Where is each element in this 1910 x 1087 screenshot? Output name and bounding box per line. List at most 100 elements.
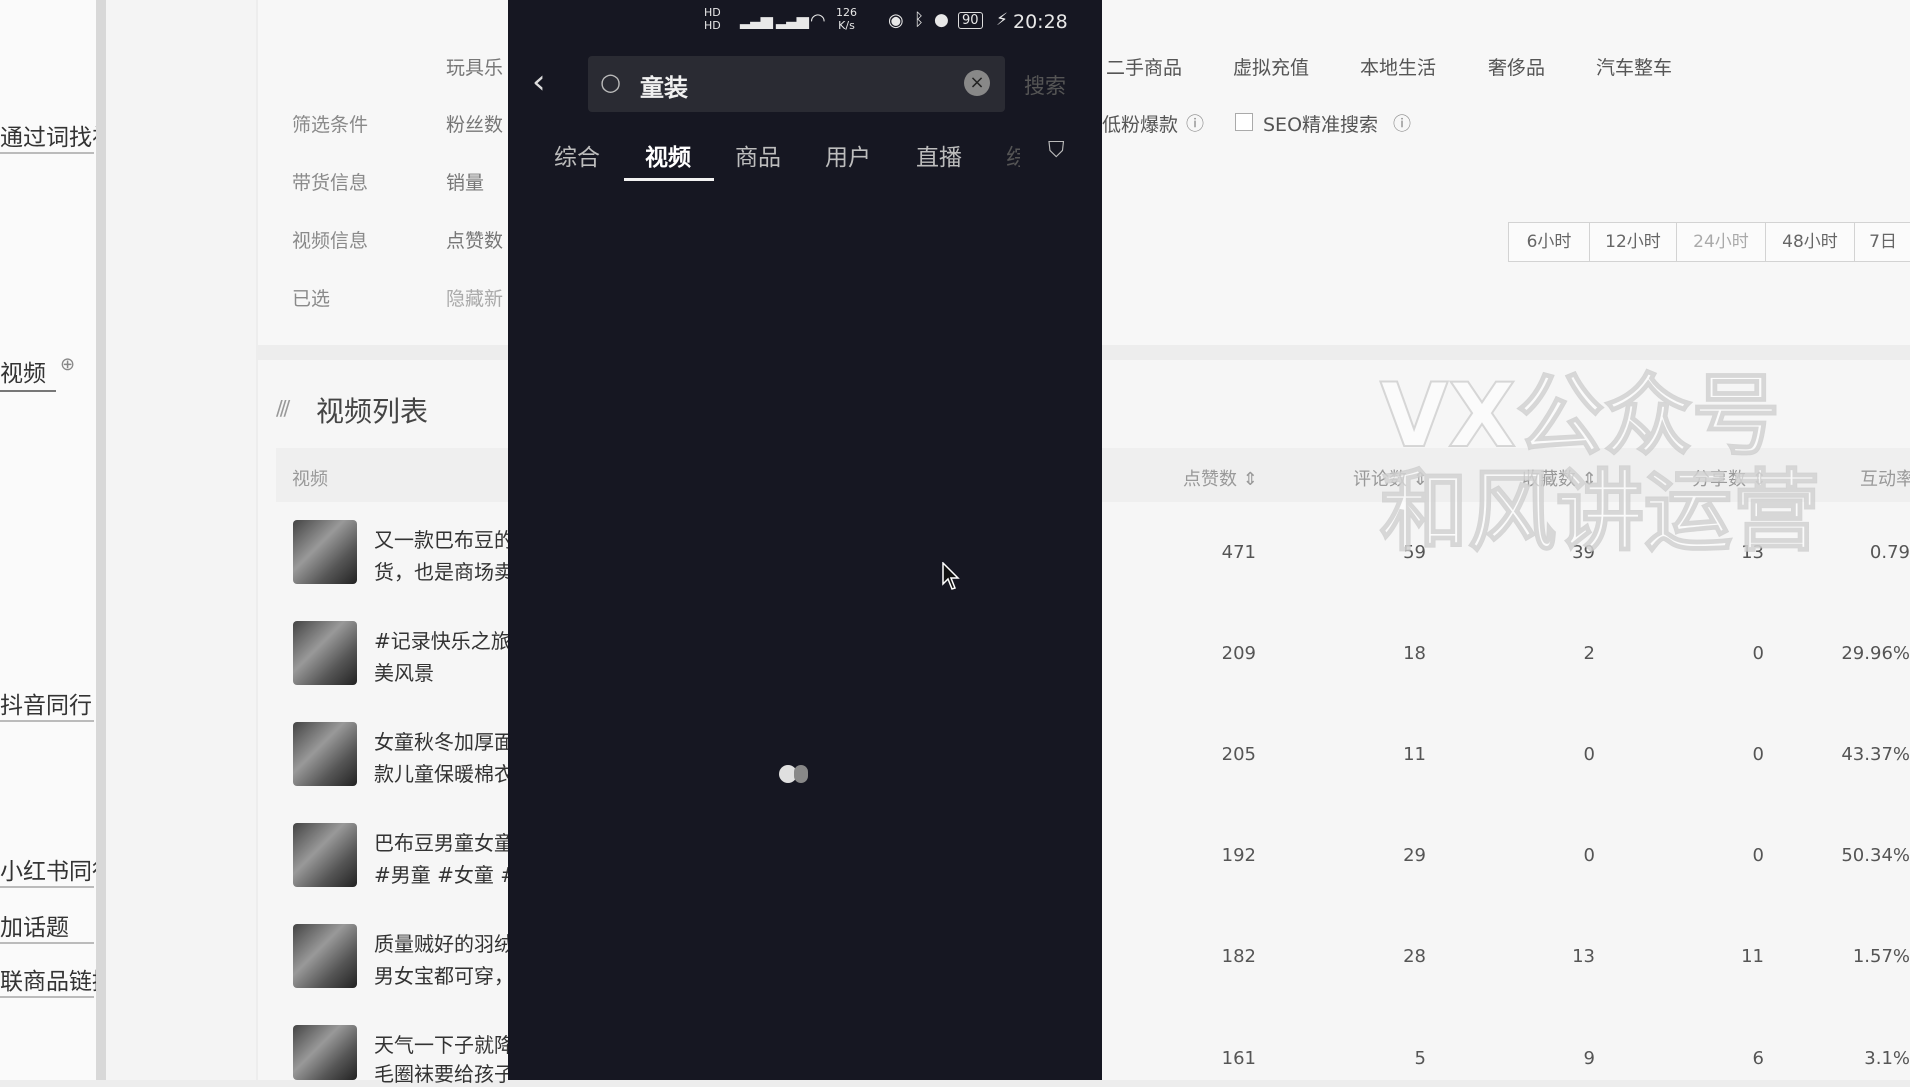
comments-value: 11 <box>1403 744 1426 765</box>
shares-value: 0 <box>1752 643 1764 664</box>
column-rate[interactable]: 互动率 <box>1860 465 1910 491</box>
shares-value: 0 <box>1752 744 1764 765</box>
net-speed-value: 126 <box>836 6 857 19</box>
shares-value: 11 <box>1741 946 1764 967</box>
likes-value: 471 <box>1221 542 1256 563</box>
divider <box>0 996 94 998</box>
video-title-line1[interactable]: 又一款巴布豆的 <box>374 524 514 553</box>
likes-value: 205 <box>1221 744 1256 765</box>
divider <box>0 152 94 154</box>
tab-users[interactable]: 用户 <box>825 138 871 172</box>
video-thumbnail[interactable] <box>293 621 357 685</box>
video-title-line1[interactable]: 女童秋冬加厚面 <box>374 726 514 755</box>
filter-label-video: 视频信息 <box>292 230 369 252</box>
low-fans-option[interactable]: 低粉爆款 <box>1102 110 1178 137</box>
clear-icon[interactable]: × <box>964 70 990 96</box>
video-title-line2: 美风景 <box>374 661 434 685</box>
rate-value: 29.96% <box>1841 643 1910 664</box>
video-thumbnail[interactable] <box>293 1025 357 1080</box>
category-luxury[interactable]: 奢侈品 <box>1488 53 1545 80</box>
tab-products[interactable]: 商品 <box>735 138 781 172</box>
gutter <box>106 0 256 1080</box>
video-title-line2: 男女宝都可穿， <box>374 964 514 988</box>
filter-label-selected: 已选 <box>292 288 331 310</box>
filter-sales[interactable]: 销量 <box>446 168 484 195</box>
likes-value: 182 <box>1221 946 1256 967</box>
wifi-icon: ◠ <box>810 10 826 31</box>
rate-value: 3.1% <box>1864 1048 1910 1069</box>
seo-checkbox[interactable] <box>1235 113 1253 131</box>
video-title-line1[interactable]: #记录快乐之旅 <box>374 625 511 654</box>
video-title-line1[interactable]: 巴布豆男童女童 <box>374 827 514 856</box>
loading-dot <box>794 765 808 783</box>
video-title-line2: #男童 #女童 # <box>374 863 517 887</box>
help-icon[interactable]: ⓘ <box>1393 110 1411 136</box>
eye-icon: ◉ <box>888 10 904 31</box>
cursor-icon <box>942 562 960 590</box>
active-underline <box>0 390 56 392</box>
sidebar-item-xhs-peer[interactable]: 小红书同行 <box>0 852 96 886</box>
video-thumbnail[interactable] <box>293 924 357 988</box>
time-tab-24h[interactable]: 24小时 <box>1676 222 1766 262</box>
active-tab-indicator <box>624 178 714 181</box>
filter-icon[interactable]: ⛉ <box>1048 138 1065 163</box>
video-thumbnail[interactable] <box>293 722 357 786</box>
tab-comprehensive[interactable]: 综合 <box>554 138 600 172</box>
bluetooth-icon: ᛒ <box>914 10 925 30</box>
battery-icon: 90 <box>958 12 983 29</box>
column-video: 视频 <box>292 469 328 490</box>
sidebar-item-douyin-peer[interactable]: 抖音同行 <box>0 686 96 720</box>
sidebar-item-word-search[interactable]: 通过词找视 <box>0 118 96 152</box>
category-local[interactable]: 本地生活 <box>1360 53 1436 80</box>
watermark-line1: VX公众号 <box>1379 364 1781 467</box>
signal-icon: ▂▃▅ <box>740 10 773 29</box>
watermark: VX公众号 和风讲运营 <box>1379 364 1821 561</box>
category-car[interactable]: 汽车整车 <box>1596 53 1672 80</box>
left-sidebar: 通过词找视 视频 ⊕ 抖音同行 小红书同行 加话题 联商品链接 <box>0 0 97 1080</box>
category-virtual[interactable]: 虚拟充值 <box>1233 53 1309 80</box>
divider <box>0 942 94 944</box>
signal-icon: ▂▃▅ <box>776 10 809 29</box>
time-tab-12h[interactable]: 12小时 <box>1589 222 1677 262</box>
filter-category-toys[interactable]: 玩具乐 <box>446 53 503 80</box>
search-box[interactable]: ○ 童装 × <box>588 56 1005 112</box>
favorites-value: 13 <box>1572 946 1595 967</box>
filter-label-conditions: 筛选条件 <box>292 114 369 136</box>
sidebar-item-add-topic[interactable]: 加话题 <box>0 908 96 942</box>
favorites-value: 0 <box>1583 744 1595 765</box>
search-button[interactable]: 搜索 <box>1024 70 1066 100</box>
video-thumbnail[interactable] <box>293 520 357 584</box>
search-icon: ○ <box>600 68 621 96</box>
filter-fans[interactable]: 粉丝数 <box>446 110 503 137</box>
comments-value: 29 <box>1403 845 1426 866</box>
tab-video[interactable]: 视频 <box>645 138 691 172</box>
column-likes[interactable]: 点赞数 ⇕ <box>1183 465 1258 491</box>
time-tab-48h[interactable]: 48小时 <box>1765 222 1855 262</box>
filter-likes[interactable]: 点赞数 <box>446 226 503 253</box>
filter-hide-new[interactable]: 隐藏新 <box>446 284 503 311</box>
sidebar-item-video[interactable]: 视频 <box>0 354 60 388</box>
sidebar-item-product-link[interactable]: 联商品链接 <box>0 962 96 996</box>
category-secondhand[interactable]: 二手商品 <box>1106 53 1182 80</box>
favorites-value: 0 <box>1583 845 1595 866</box>
list-heading: 视频列表 <box>316 395 429 428</box>
phone-screen: HD HD ▂▃▅ ▂▃▅ ◠ 126 K/s ◉ ᛒ ● 90 ⚡ 20:28 ‹… <box>508 0 1102 1080</box>
tab-live[interactable]: 直播 <box>916 138 962 172</box>
location-icon: ● <box>934 10 949 30</box>
tab-more[interactable]: 综 <box>1006 138 1020 172</box>
likes-value: 161 <box>1221 1048 1256 1069</box>
help-icon[interactable]: ⓘ <box>1186 110 1204 136</box>
status-time: 20:28 <box>1013 11 1068 33</box>
video-title-line2: 毛圈袜要给孩子 <box>374 1062 514 1086</box>
video-title-line1[interactable]: 天气一下子就降 <box>374 1029 514 1058</box>
divider <box>0 720 94 722</box>
charging-icon: ⚡ <box>996 10 1008 30</box>
search-input[interactable]: 童装 <box>640 68 688 103</box>
video-thumbnail[interactable] <box>293 823 357 887</box>
time-tab-6h[interactable]: 6小时 <box>1508 222 1590 262</box>
video-title-line1[interactable]: 质量贼好的羽绒 <box>374 928 514 957</box>
add-icon[interactable]: ⊕ <box>60 354 80 375</box>
time-tab-7d[interactable]: 7日 <box>1854 222 1910 262</box>
back-icon[interactable]: ‹ <box>532 62 546 102</box>
rate-value: 43.37% <box>1841 744 1910 765</box>
